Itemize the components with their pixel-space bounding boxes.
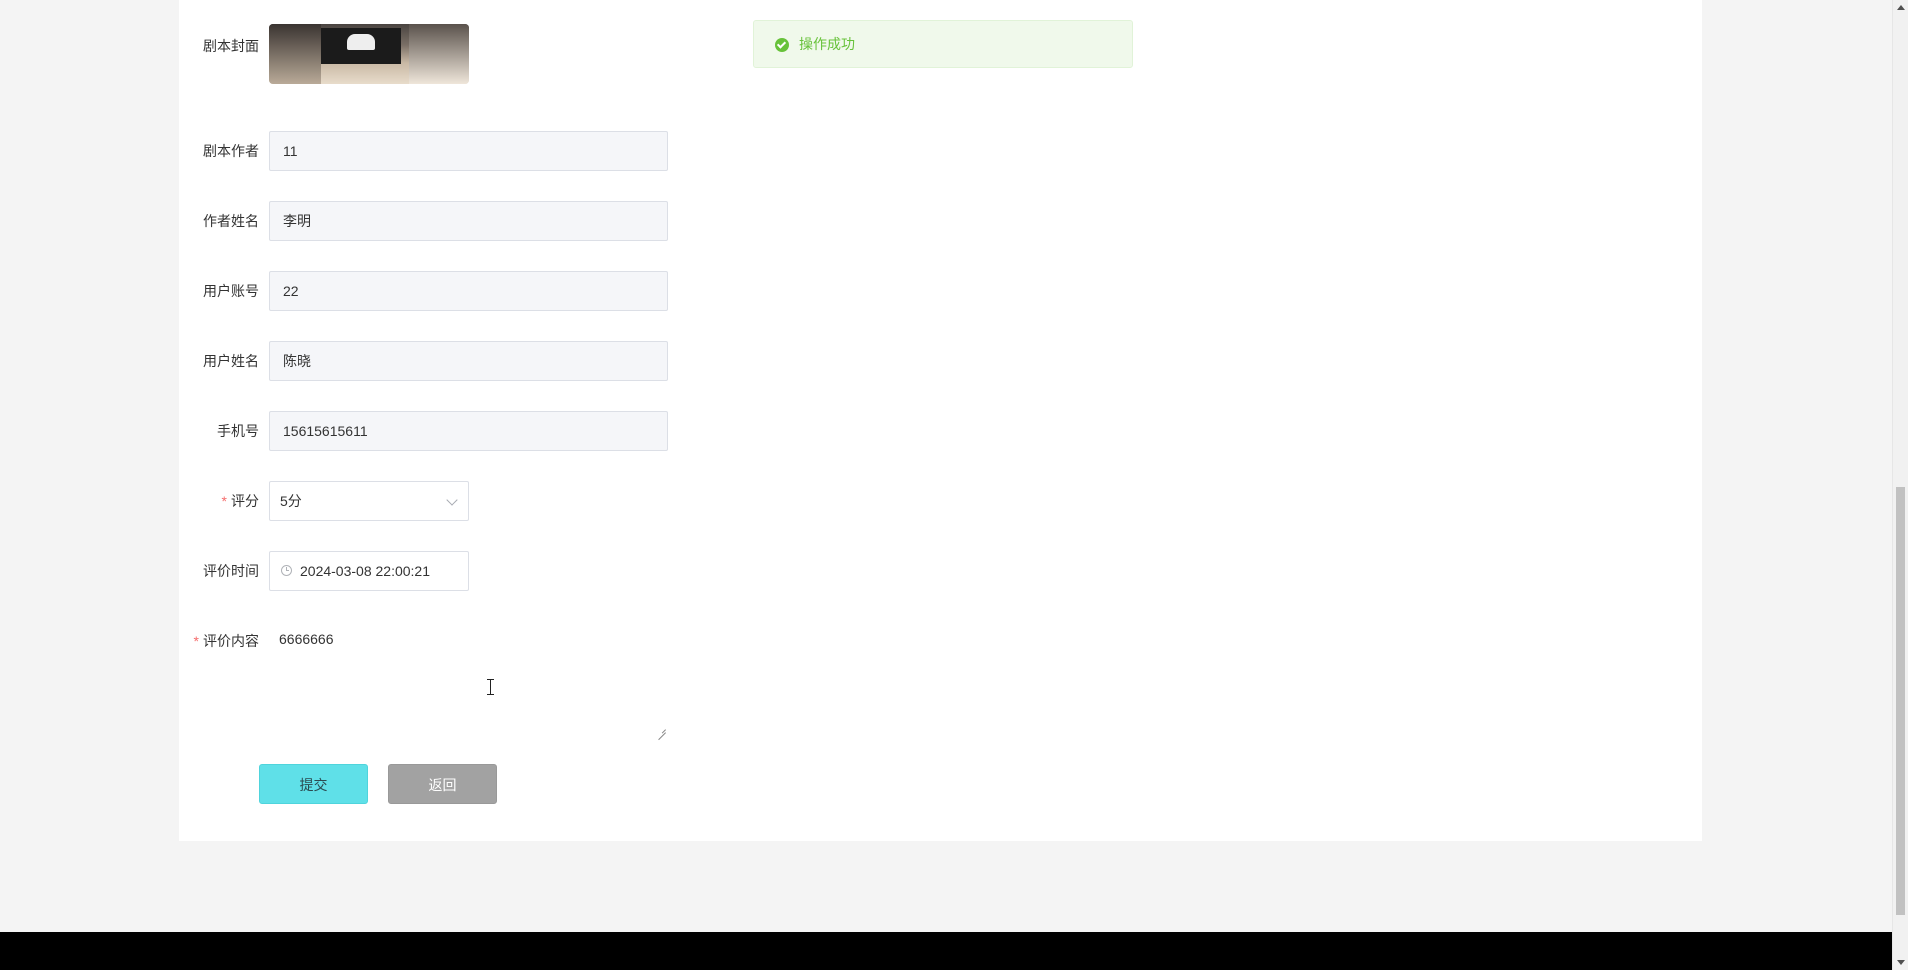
cover-label: 剧本封面 [203, 38, 259, 54]
review-time-label: 评价时间 [203, 563, 259, 579]
author-name-label-wrap: 作者姓名 [179, 201, 259, 241]
review-content-value: 6666666 [279, 631, 334, 647]
author-name-field[interactable]: 李明 [269, 201, 668, 241]
clock-icon [281, 565, 292, 576]
review-time-row: 评价时间 2024-03-08 22:00:21 [179, 551, 879, 591]
rating-label-container: * 评分 [159, 481, 259, 521]
page-footer [0, 932, 1892, 970]
review-content-row: * 评价内容 6666666 [179, 621, 879, 741]
user-name-field[interactable]: 陈晓 [269, 341, 668, 381]
cover-image[interactable] [269, 24, 469, 84]
required-mark: * [193, 633, 199, 649]
chevron-down-icon [446, 494, 458, 506]
author-name-label: 作者姓名 [203, 213, 259, 229]
scroll-down-icon[interactable] [1897, 960, 1905, 965]
review-time-value: 2024-03-08 22:00:21 [300, 563, 430, 579]
scroll-up-icon[interactable] [1897, 5, 1905, 10]
toast-message: 操作成功 [799, 36, 855, 52]
author-label-wrap: 剧本作者 [179, 131, 259, 171]
author-row: 剧本作者 11 [179, 131, 879, 171]
user-account-label: 用户账号 [203, 283, 259, 299]
phone-row: 手机号 15615615611 [179, 411, 879, 451]
author-label: 剧本作者 [203, 143, 259, 159]
author-field[interactable]: 11 [269, 131, 668, 171]
phone-label: 手机号 [217, 423, 259, 439]
check-circle-icon [775, 38, 789, 52]
scrollbar-thumb[interactable] [1896, 487, 1905, 915]
rating-label-wrap: * 评分 [179, 481, 259, 521]
review-content-label-wrap: * 评价内容 [179, 621, 259, 661]
rating-row: * 评分 5分 [179, 481, 879, 521]
user-name-row: 用户姓名 陈晓 [179, 341, 879, 381]
user-account-field[interactable]: 22 [269, 271, 668, 311]
cover-label-wrap: 剧本封面 [179, 24, 259, 64]
form-card: 剧本封面 剧本作者 11 作者姓名 李明 用户账号 22 用户姓名 陈晓 手机号… [179, 0, 1702, 841]
user-name-label: 用户姓名 [203, 353, 259, 369]
review-content-label-container: * 评价内容 [159, 621, 259, 661]
phone-field[interactable]: 15615615611 [269, 411, 668, 451]
review-time-picker[interactable]: 2024-03-08 22:00:21 [269, 551, 469, 591]
submit-button[interactable]: 提交 [259, 764, 368, 804]
cover-image-wall-right [409, 24, 469, 84]
user-name-label-wrap: 用户姓名 [179, 341, 259, 381]
user-account-label-wrap: 用户账号 [179, 271, 259, 311]
resize-handle-icon[interactable] [658, 725, 666, 733]
review-time-label-wrap: 评价时间 [179, 551, 259, 591]
rating-select-value: 5分 [280, 493, 302, 509]
cover-image-wall-left [269, 24, 321, 84]
rating-select[interactable]: 5分 [269, 481, 469, 521]
review-content-label: 评价内容 [203, 633, 259, 649]
success-toast: 操作成功 [753, 20, 1133, 68]
user-account-row: 用户账号 22 [179, 271, 879, 311]
back-button[interactable]: 返回 [388, 764, 497, 804]
review-content-textarea[interactable]: 6666666 [269, 621, 668, 735]
text-cursor-icon [487, 679, 494, 695]
phone-label-wrap: 手机号 [179, 411, 259, 451]
rating-label: 评分 [231, 493, 259, 509]
required-mark: * [221, 493, 227, 509]
author-name-row: 作者姓名 李明 [179, 201, 879, 241]
cover-image-logo [347, 34, 375, 50]
vertical-scrollbar[interactable] [1892, 0, 1908, 970]
